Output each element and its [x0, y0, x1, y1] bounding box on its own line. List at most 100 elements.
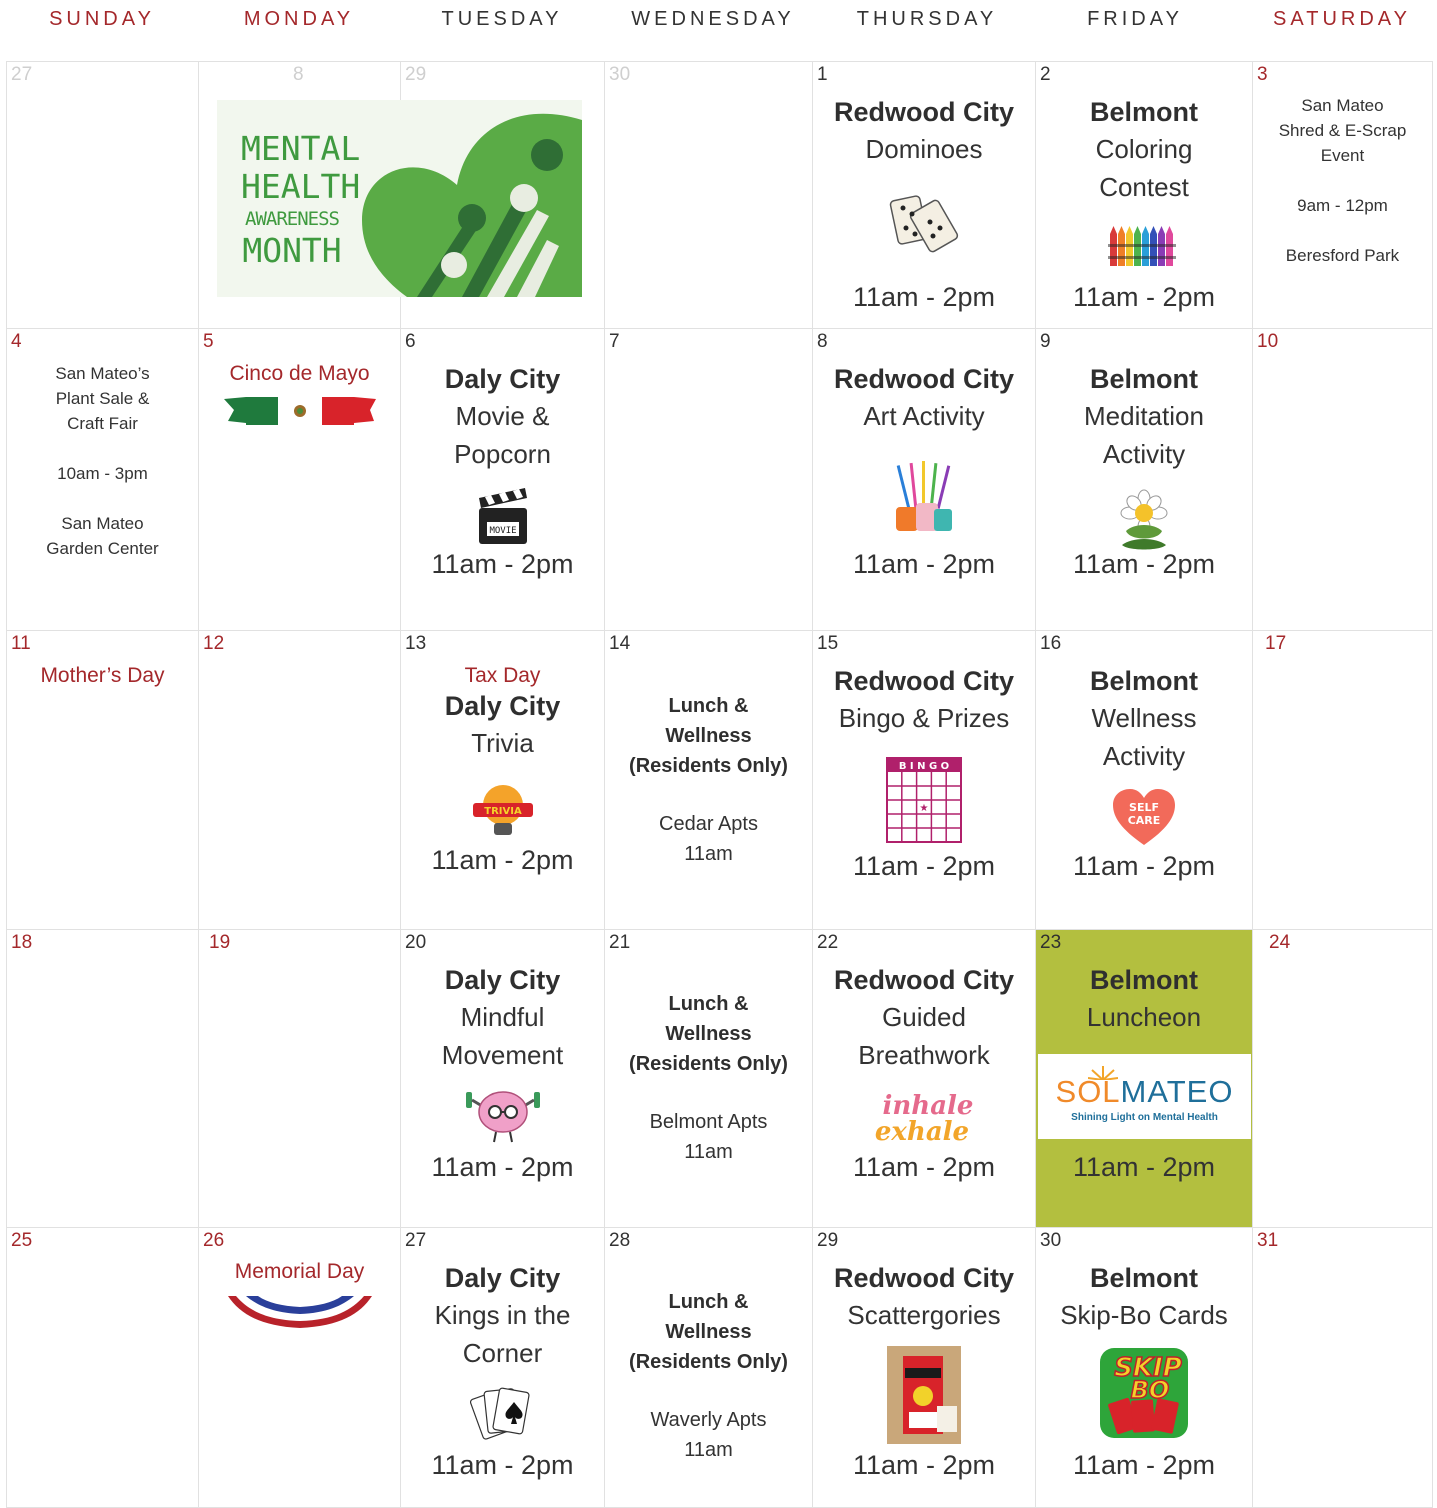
- event-time: 11am - 2pm: [431, 1450, 574, 1480]
- day-number: 24: [1269, 932, 1291, 953]
- day-cell-10[interactable]: 10: [1252, 328, 1433, 631]
- event-time: 11am - 2pm: [852, 282, 996, 312]
- event-city: Belmont: [1090, 1263, 1198, 1293]
- playing-cards-icon: [469, 1387, 530, 1440]
- day-cell-19[interactable]: 19: [198, 929, 401, 1228]
- day-cell-21[interactable]: 21 Lunch & Wellness (Residents Only) Bel…: [604, 929, 813, 1228]
- day-number: 1: [817, 64, 828, 85]
- day-number: 21: [609, 932, 631, 953]
- event-activity: Trivia: [471, 728, 534, 758]
- solmateo-sol: SOL: [1055, 1074, 1121, 1109]
- event-activity: Coloring: [1095, 134, 1193, 164]
- day-cell-prev-30[interactable]: 30: [604, 61, 813, 329]
- skip-bo-bo-label: BO: [1131, 1376, 1170, 1404]
- holiday-label: Memorial Day: [234, 1260, 365, 1283]
- event-city: Daly City: [444, 1263, 561, 1293]
- day-cell-3[interactable]: 3 San Mateo Shred & E-Scrap Event 9am - …: [1252, 61, 1433, 329]
- event-title: Wellness: [665, 725, 752, 747]
- event-city: Daly City: [444, 965, 561, 995]
- day-cell-12[interactable]: 12: [198, 630, 401, 930]
- event-activity: Luncheon: [1086, 1002, 1202, 1032]
- day-number: 9: [1040, 331, 1051, 352]
- inhale-exhale-icon: inhale exhale: [875, 1091, 974, 1146]
- day-cell-8[interactable]: 8 Redwood City Art Activity 11am - 2pm: [812, 328, 1036, 631]
- day-cell-16[interactable]: 16 Belmont Wellness Activity SELF CARE 1…: [1035, 630, 1253, 930]
- day-cell-5[interactable]: 5 Cinco de Mayo: [198, 328, 401, 631]
- day-cell-7[interactable]: 7: [604, 328, 813, 631]
- event-line: Shred & E-Scrap: [1278, 121, 1407, 140]
- day-cell-17[interactable]: 17: [1252, 630, 1433, 930]
- weekday-sunday: SUNDAY: [49, 7, 155, 30]
- event-activity: Wellness: [1091, 703, 1197, 733]
- day-cell-11[interactable]: 11 Mother’s Day: [6, 630, 199, 930]
- event-city: Redwood City: [834, 97, 1014, 127]
- holiday-label: Mother’s Day: [40, 664, 165, 687]
- day-number: 13: [405, 633, 427, 654]
- self-care-label: SELF: [1129, 801, 1159, 814]
- svg-text:★: ★: [920, 803, 929, 814]
- day-cell-9[interactable]: 9 Belmont Meditation Activity 11am - 2pm: [1035, 328, 1253, 631]
- weekday-saturday: SATURDAY: [1273, 7, 1411, 30]
- day-cell-15[interactable]: 15 Redwood City Bingo & Prizes B I N G O…: [812, 630, 1036, 930]
- day-number: 28: [609, 1230, 631, 1251]
- event-activity: Activity: [1102, 741, 1186, 771]
- day-cell-24[interactable]: 24: [1252, 929, 1433, 1228]
- day-cell-20[interactable]: 20 Daly City Mindful Movement 11am - 2pm: [400, 929, 605, 1228]
- day-cell-25[interactable]: 25: [6, 1227, 199, 1508]
- day-number: 26: [203, 1230, 225, 1251]
- event-location: Waverly Apts: [650, 1409, 767, 1431]
- day-cell-4[interactable]: 4 San Mateo’s Plant Sale & Craft Fair 10…: [6, 328, 199, 631]
- event-activity: Movie &: [455, 401, 550, 431]
- scattergories-box-icon: [887, 1346, 961, 1444]
- day-cell-31[interactable]: 31: [1252, 1227, 1433, 1508]
- movie-label: MOVIE: [489, 526, 516, 536]
- day-number: 12: [203, 633, 225, 654]
- day-number: 6: [405, 331, 416, 352]
- day-number: 27: [11, 64, 33, 85]
- event-title: Lunch &: [668, 695, 749, 717]
- day-cell-14[interactable]: 14 Lunch & Wellness (Residents Only) Ced…: [604, 630, 813, 930]
- event-time: 9am - 12pm: [1297, 196, 1388, 215]
- event-location: Cedar Apts: [659, 813, 758, 835]
- day-cell-22[interactable]: 22 Redwood City Guided Breathwork inhale…: [812, 929, 1036, 1228]
- day-cell-30[interactable]: 30 Belmont Skip-Bo Cards SKIP BO 11am - …: [1035, 1227, 1253, 1508]
- event-line: Event: [1320, 146, 1365, 165]
- banner-line-3: AWARENESS: [245, 208, 340, 230]
- weekday-wednesday: WEDNESDAY: [631, 7, 795, 30]
- crayons-icon: [1108, 226, 1176, 266]
- event-location: Belmont Apts: [649, 1111, 768, 1133]
- day-number: 8: [293, 64, 304, 85]
- day-cell-28[interactable]: 28 Lunch & Wellness (Residents Only) Wav…: [604, 1227, 813, 1508]
- event-activity: Kings in the: [434, 1300, 571, 1330]
- day-cell-29[interactable]: 29 Redwood City Scattergories 11am - 2pm: [812, 1227, 1036, 1508]
- day-number: 14: [609, 633, 631, 654]
- weekday-friday: FRIDAY: [1087, 7, 1183, 30]
- day-number: 3: [1257, 64, 1268, 85]
- day-cell-13[interactable]: 13 Tax Day Daly City Trivia TRIVIA 11am …: [400, 630, 605, 930]
- day-cell-18[interactable]: 18: [6, 929, 199, 1228]
- movie-clapperboard-icon: MOVIE: [478, 488, 527, 544]
- day-cell-2[interactable]: 2 Belmont Coloring Contest 11am - 2pm: [1035, 61, 1253, 329]
- day-number: 23: [1040, 932, 1062, 953]
- event-time: 11am - 2pm: [852, 1152, 996, 1182]
- dominoes-icon: [889, 195, 959, 253]
- day-number: 11: [11, 633, 31, 654]
- event-time: 11am - 2pm: [431, 1152, 574, 1182]
- day-cell-23[interactable]: 23 Belmont Luncheon SOLMATEO Shining Lig…: [1035, 929, 1253, 1228]
- day-cell-27[interactable]: 27 Daly City Kings in the Corner 11am - …: [400, 1227, 605, 1508]
- event-time: 11am - 2pm: [852, 1450, 996, 1480]
- meditating-flower-icon: [1120, 489, 1168, 550]
- event-activity: Activity: [1102, 439, 1186, 469]
- day-cell-1[interactable]: 1 Redwood City Dominoes 11am - 2pm: [812, 61, 1036, 329]
- event-city: Belmont: [1090, 364, 1198, 394]
- brain-lifting-icon: [465, 1091, 540, 1143]
- event-line: San Mateo: [1301, 96, 1384, 115]
- day-cell-6[interactable]: 6 Daly City Movie & Popcorn MOVIE 11am -…: [400, 328, 605, 631]
- day-number: 27: [405, 1230, 427, 1251]
- event-time: 10am - 3pm: [57, 464, 148, 483]
- day-cell-26[interactable]: 26 Memorial Day: [198, 1227, 401, 1508]
- event-line: Craft Fair: [67, 414, 138, 433]
- day-cell-prev-27[interactable]: 27: [6, 61, 199, 329]
- event-time: 11am - 2pm: [1072, 282, 1216, 312]
- banner-line-2: HEALTH: [241, 167, 361, 206]
